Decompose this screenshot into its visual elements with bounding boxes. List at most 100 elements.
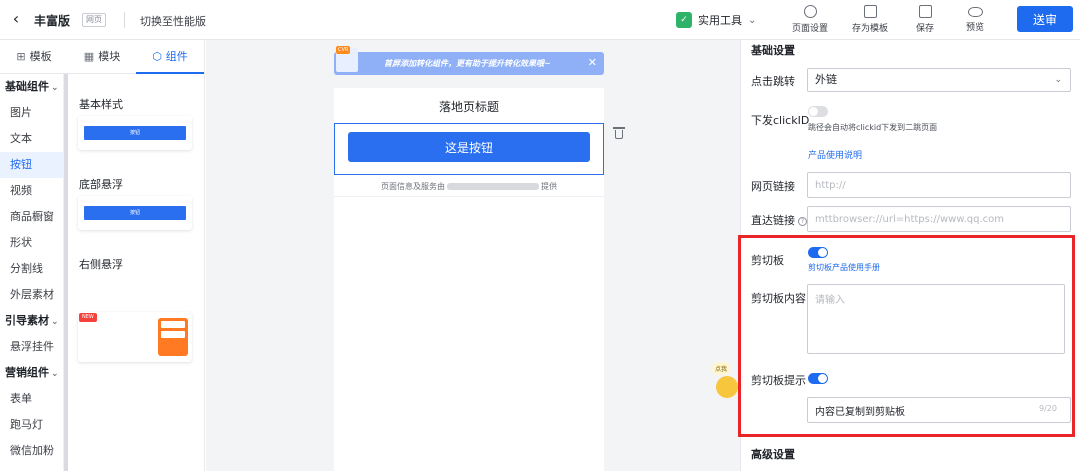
click-jump-select[interactable]: 外链 ⌄ xyxy=(807,68,1071,92)
page-footer-info: 页面信息及服务由 提供 xyxy=(334,181,604,192)
page-title[interactable]: 落地页标题 xyxy=(334,98,604,115)
helper-mascot[interactable]: 点我 xyxy=(710,362,740,402)
category-group-guide[interactable]: 引导素材 ⌄ xyxy=(0,308,64,334)
cube-icon: ⬡ xyxy=(152,50,162,63)
tab-label: 模块 xyxy=(98,50,121,63)
selected-component-frame[interactable]: 这是按钮 xyxy=(334,123,604,175)
submit-review-button[interactable]: 送审 xyxy=(1017,6,1073,32)
product-doc-link[interactable]: 产品使用说明 xyxy=(808,148,862,161)
style-card-bottom-float[interactable]: 按钮 xyxy=(78,196,192,230)
save-icon xyxy=(918,5,932,18)
tools-dropdown[interactable]: ✓ 实用工具 ⌄ xyxy=(676,10,756,30)
page-settings-button[interactable]: 页面设置 xyxy=(785,5,835,35)
mascot-bubble: 点我 xyxy=(712,362,731,375)
new-badge: NEW xyxy=(79,313,97,322)
trash-icon[interactable] xyxy=(613,127,625,139)
page-settings-label: 页面设置 xyxy=(791,24,828,34)
category-label: 营销组件 xyxy=(5,366,49,379)
char-counter: 9/20 xyxy=(1039,404,1057,413)
category-item-image[interactable]: 图片 xyxy=(0,100,64,126)
category-item-marquee[interactable]: 跑马灯 xyxy=(0,412,64,438)
save-button[interactable]: 保存 xyxy=(900,5,950,35)
style-card-basic[interactable]: 按钮 xyxy=(78,116,192,150)
category-group-basic[interactable]: 基础组件 ⌄ xyxy=(0,74,64,100)
property-panel: 基础设置 点击跳转 外链 ⌄ 下发clickID 跳径会自动将clickid下发… xyxy=(738,40,1080,471)
cvr-badge: CVR xyxy=(336,46,358,72)
click-jump-value: 外链 xyxy=(815,73,837,86)
category-label: 引导素材 xyxy=(5,314,49,327)
style-title-basic: 基本样式 xyxy=(79,98,123,111)
eye-icon xyxy=(967,7,983,17)
tab-templates[interactable]: ⊞ 模板 xyxy=(0,40,68,74)
clickid-toggle[interactable] xyxy=(808,106,828,117)
divider xyxy=(334,196,604,197)
toggle-knob xyxy=(818,248,827,257)
toggle-knob xyxy=(818,374,827,383)
category-item-floating-widget[interactable]: 悬浮挂件 xyxy=(0,334,64,360)
divider xyxy=(124,12,125,28)
category-item-button[interactable]: 按钮 xyxy=(0,152,64,178)
tab-label: 模板 xyxy=(29,50,52,63)
switch-performance-link[interactable]: 切换至性能版 xyxy=(140,13,206,29)
tab-modules[interactable]: ▦ 模块 xyxy=(68,40,136,74)
clipboard-content-textarea[interactable] xyxy=(807,284,1065,354)
category-group-marketing[interactable]: 营销组件 ⌄ xyxy=(0,360,64,386)
tab-components[interactable]: ⬡ 组件 xyxy=(136,40,204,74)
trash-can xyxy=(615,130,623,139)
chevron-down-icon: ⌄ xyxy=(51,317,59,327)
category-item-shape[interactable]: 形状 xyxy=(0,230,64,256)
help-icon[interactable]: ? xyxy=(798,217,807,226)
category-item-form[interactable]: 表单 xyxy=(0,386,64,412)
style-list: 基本样式 按钮 底部悬浮 按钮 右侧悬浮 NEW xyxy=(68,74,205,471)
shield-icon: ✓ xyxy=(676,12,692,28)
cvr-label: CVR xyxy=(336,46,351,54)
style-card-right-float[interactable]: NEW xyxy=(78,312,192,362)
widget-line xyxy=(161,331,185,338)
clipboard-toggle[interactable] xyxy=(808,247,828,258)
category-item-wechat-follow[interactable]: 微信加粉 xyxy=(0,438,64,464)
category-label: 基础组件 xyxy=(5,80,49,93)
web-link-input[interactable] xyxy=(807,172,1071,198)
direct-link-input[interactable] xyxy=(807,206,1071,232)
template-icon: ⊞ xyxy=(16,50,26,63)
chevron-down-icon: ⌄ xyxy=(748,14,757,26)
preview-button[interactable]: 预览 xyxy=(950,5,1000,35)
category-list: 基础组件 ⌄ 图片 文本 按钮 视频 商品橱窗 形状 分割线 外层素材 引导素材 ⌄… xyxy=(0,74,64,471)
save-template-button[interactable]: 存为模板 xyxy=(845,5,895,35)
click-jump-label: 点击跳转 xyxy=(751,75,795,88)
chevron-left-icon[interactable]: ‹ xyxy=(8,9,24,31)
style-title-right-float: 右侧悬浮 xyxy=(79,258,123,271)
category-item-outer-material[interactable]: 外层素材 xyxy=(0,282,64,308)
tab-label: 组件 xyxy=(165,50,188,63)
category-item-divider[interactable]: 分割线 xyxy=(0,256,64,282)
top-bar: ‹ 丰富版 网页 切换至性能版 ✓ 实用工具 ⌄ 页面设置 存为模板 保存 预览… xyxy=(0,0,1080,40)
layout-icon xyxy=(863,5,877,18)
toggle-knob xyxy=(809,107,818,116)
redacted-text xyxy=(447,183,539,190)
preview-label: 预览 xyxy=(965,23,984,33)
close-icon[interactable]: ✕ xyxy=(588,56,597,69)
chevron-down-icon: ⌄ xyxy=(51,369,59,379)
clipboard-tip-label: 剪切板提示 xyxy=(751,374,806,387)
direct-link-text: 直达链接 xyxy=(751,214,795,227)
footer-prefix: 页面信息及服务由 xyxy=(381,182,445,191)
basic-settings-title: 基础设置 xyxy=(751,44,795,57)
widget-line xyxy=(161,321,185,328)
cta-button[interactable]: 这是按钮 xyxy=(348,132,590,162)
clipboard-label: 剪切板 xyxy=(751,254,784,267)
style-title-bottom-float: 底部悬浮 xyxy=(79,178,123,191)
advanced-settings-title: 高级设置 xyxy=(751,448,795,461)
floating-widget-thumbnail xyxy=(158,318,188,356)
clipboard-manual-link[interactable]: 剪切板产品使用手册 xyxy=(808,262,880,273)
app-title: 丰富版 xyxy=(34,14,71,28)
direct-link-label: 直达链接? xyxy=(751,212,807,228)
chevron-down-icon: ⌄ xyxy=(51,83,59,93)
button-thumbnail: 按钮 xyxy=(84,206,186,220)
category-item-product-showcase[interactable]: 商品橱窗 xyxy=(0,204,64,230)
category-item-video[interactable]: 视频 xyxy=(0,178,64,204)
category-item-text[interactable]: 文本 xyxy=(0,126,64,152)
component-sidebar: ⊞ 模板 ▦ 模块 ⬡ 组件 基础组件 ⌄ 图片 文本 按钮 视频 商品橱窗 形状 分割… xyxy=(0,40,205,471)
clipboard-tip-toggle[interactable] xyxy=(808,373,828,384)
clipboard-tip-input[interactable] xyxy=(807,397,1071,423)
page-preview: 落地页标题 这是按钮 页面信息及服务由 提供 xyxy=(334,88,604,471)
